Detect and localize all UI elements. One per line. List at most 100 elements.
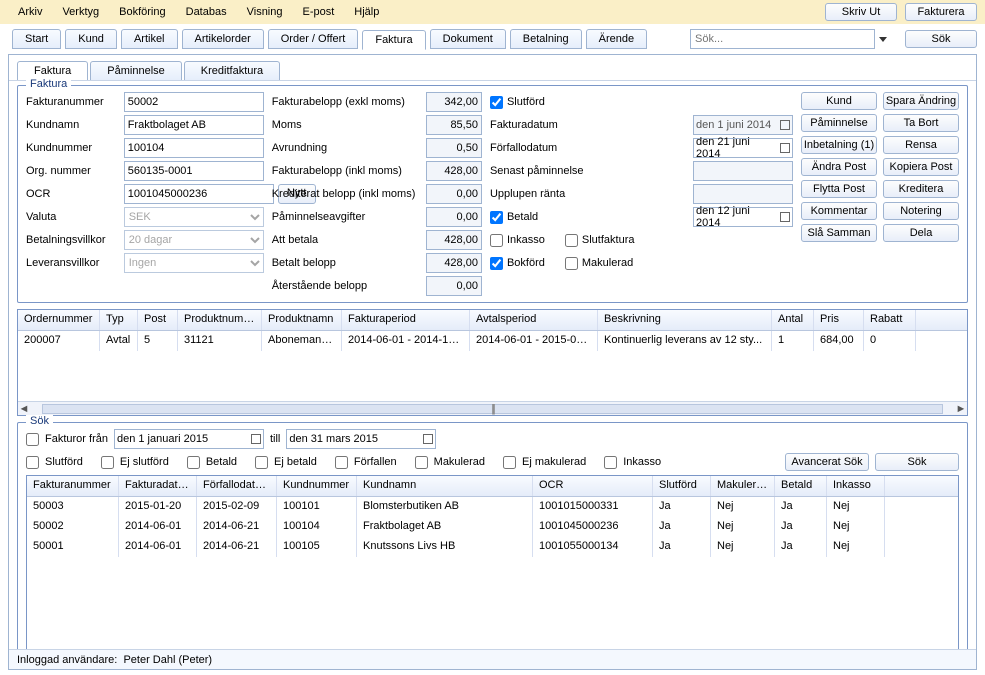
table-row[interactable]: 200007Avtal531121Abonemang, ...2014-06-0… — [18, 331, 967, 351]
subtab-kreditfaktura[interactable]: Kreditfaktura — [184, 61, 280, 80]
menu-bokforing[interactable]: Bokföring — [109, 3, 175, 21]
scroll-left-icon[interactable]: ◄ — [18, 403, 30, 415]
rensa-button[interactable]: Rensa — [883, 136, 959, 154]
orderlines-body[interactable]: 200007Avtal531121Abonemang, ...2014-06-0… — [18, 331, 967, 401]
inp-orgnr[interactable] — [124, 161, 264, 181]
date-betald[interactable]: den 12 juni 2014 — [693, 207, 793, 227]
chk-bokford[interactable] — [490, 257, 503, 270]
sel-betvillkor[interactable]: 20 dagar — [124, 230, 264, 250]
calendar-icon[interactable] — [251, 434, 261, 444]
chk-betald[interactable] — [187, 456, 200, 469]
search-dropdown-icon[interactable] — [879, 37, 887, 42]
inp-kundnummer[interactable] — [124, 138, 264, 158]
col-ordernummer[interactable]: Ordernummer — [18, 310, 100, 330]
date-forfallo[interactable]: den 21 juni 2014 — [693, 138, 793, 158]
tab--rende[interactable]: Ärende — [586, 29, 647, 49]
menu-arkiv[interactable]: Arkiv — [8, 3, 52, 21]
kund-button[interactable]: Kund — [801, 92, 877, 110]
col-inkasso[interactable]: Inkasso — [827, 476, 885, 496]
chk-makulerad[interactable] — [565, 257, 578, 270]
col-produktnamn[interactable]: Produktnamn — [262, 310, 342, 330]
notering-button[interactable]: Notering — [883, 202, 959, 220]
col-kundnamn[interactable]: Kundnamn — [357, 476, 533, 496]
calendar-icon[interactable] — [780, 143, 790, 153]
col-fakturanummer[interactable]: Fakturanummer — [27, 476, 119, 496]
date-fakturadatum[interactable]: den 1 juni 2014 — [693, 115, 793, 135]
chk-makulerad[interactable] — [415, 456, 428, 469]
tab-betalning[interactable]: Betalning — [510, 29, 582, 49]
table-row[interactable]: 500032015-01-202015-02-09100101Blomsterb… — [27, 497, 958, 517]
col-fakturadatum[interactable]: Fakturadatum — [119, 476, 197, 496]
spara-ändring-button[interactable]: Spara Ändring — [883, 92, 959, 110]
tab-dokument[interactable]: Dokument — [430, 29, 506, 49]
col-rabatt[interactable]: Rabatt — [864, 310, 916, 330]
col-betald[interactable]: Betald — [775, 476, 827, 496]
påminnelse-button[interactable]: Påminnelse — [801, 114, 877, 132]
invoice-button[interactable]: Fakturera — [905, 3, 977, 21]
chk-slutförd[interactable] — [26, 456, 39, 469]
results-body[interactable]: 500032015-01-202015-02-09100101Blomsterb… — [27, 497, 958, 577]
calendar-icon[interactable] — [780, 212, 790, 222]
col-produktnummer[interactable]: Produktnummer — [178, 310, 262, 330]
orderlines-hscroll[interactable]: ◄ ► — [18, 401, 967, 415]
chk-ej-betald[interactable] — [255, 456, 268, 469]
sel-valuta[interactable]: SEK — [124, 207, 264, 227]
global-search-input[interactable] — [690, 29, 875, 49]
inp-ocr[interactable] — [124, 184, 274, 204]
col-ocr[interactable]: OCR — [533, 476, 653, 496]
sel-levvillkor[interactable]: Ingen — [124, 253, 264, 273]
tab-artikelorder[interactable]: Artikelorder — [182, 29, 264, 49]
kommentar-button[interactable]: Kommentar — [801, 202, 877, 220]
chk-ej-slutförd[interactable] — [101, 456, 114, 469]
menu-visning[interactable]: Visning — [237, 3, 293, 21]
menu-verktyg[interactable]: Verktyg — [52, 3, 109, 21]
chk-betald[interactable] — [490, 211, 503, 224]
table-row[interactable]: 500012014-06-012014-06-21100105Knutssons… — [27, 537, 958, 557]
date-to[interactable]: den 31 mars 2015 — [286, 429, 436, 449]
col-förfallodatum[interactable]: Förfallodatum — [197, 476, 277, 496]
kopiera-post-button[interactable]: Kopiera Post — [883, 158, 959, 176]
search-button[interactable]: Sök — [875, 453, 959, 471]
menu-databas[interactable]: Databas — [176, 3, 237, 21]
col-makulerad[interactable]: Makulerad — [711, 476, 775, 496]
chk-slutfaktura[interactable] — [565, 234, 578, 247]
col-post[interactable]: Post — [138, 310, 178, 330]
menu-hjalp[interactable]: Hjälp — [344, 3, 389, 21]
col-slutförd[interactable]: Slutförd — [653, 476, 711, 496]
date-from[interactable]: den 1 januari 2015 — [114, 429, 264, 449]
tab-order-offert[interactable]: Order / Offert — [268, 29, 359, 49]
ändra-post-button[interactable]: Ändra Post — [801, 158, 877, 176]
ta-bort-button[interactable]: Ta Bort — [883, 114, 959, 132]
inbetalning-1--button[interactable]: Inbetalning (1) — [801, 136, 877, 154]
col-fakturaperiod[interactable]: Fakturaperiod — [342, 310, 470, 330]
scroll-thumb[interactable] — [42, 404, 943, 414]
tab-artikel[interactable]: Artikel — [121, 29, 178, 49]
calendar-icon[interactable] — [423, 434, 433, 444]
chk-fakturor-fran[interactable] — [26, 433, 39, 446]
col-beskrivning[interactable]: Beskrivning — [598, 310, 772, 330]
tab-faktura[interactable]: Faktura — [362, 30, 425, 50]
chk-slutford[interactable] — [490, 96, 503, 109]
chk-ej-makulerad[interactable] — [503, 456, 516, 469]
chk-förfallen[interactable] — [335, 456, 348, 469]
col-kundnummer[interactable]: Kundnummer — [277, 476, 357, 496]
chk-inkasso[interactable] — [490, 234, 503, 247]
print-button[interactable]: Skriv Ut — [825, 3, 897, 21]
inp-fakturanummer[interactable] — [124, 92, 264, 112]
calendar-icon[interactable] — [780, 120, 790, 130]
col-pris[interactable]: Pris — [814, 310, 864, 330]
chk-inkasso[interactable] — [604, 456, 617, 469]
flytta-post-button[interactable]: Flytta Post — [801, 180, 877, 198]
dela-button[interactable]: Dela — [883, 224, 959, 242]
advanced-search-button[interactable]: Avancerat Sök — [785, 453, 869, 471]
global-search-button[interactable]: Sök — [905, 30, 977, 48]
col-typ[interactable]: Typ — [100, 310, 138, 330]
slå-samman-button[interactable]: Slå Samman — [801, 224, 877, 242]
inp-kundnamn[interactable] — [124, 115, 264, 135]
table-row[interactable]: 500022014-06-012014-06-21100104Fraktbola… — [27, 517, 958, 537]
menu-epost[interactable]: E-post — [293, 3, 345, 21]
col-avtalsperiod[interactable]: Avtalsperiod — [470, 310, 598, 330]
subtab-påminnelse[interactable]: Påminnelse — [90, 61, 181, 80]
tab-start[interactable]: Start — [12, 29, 61, 49]
scroll-right-icon[interactable]: ► — [955, 403, 967, 415]
